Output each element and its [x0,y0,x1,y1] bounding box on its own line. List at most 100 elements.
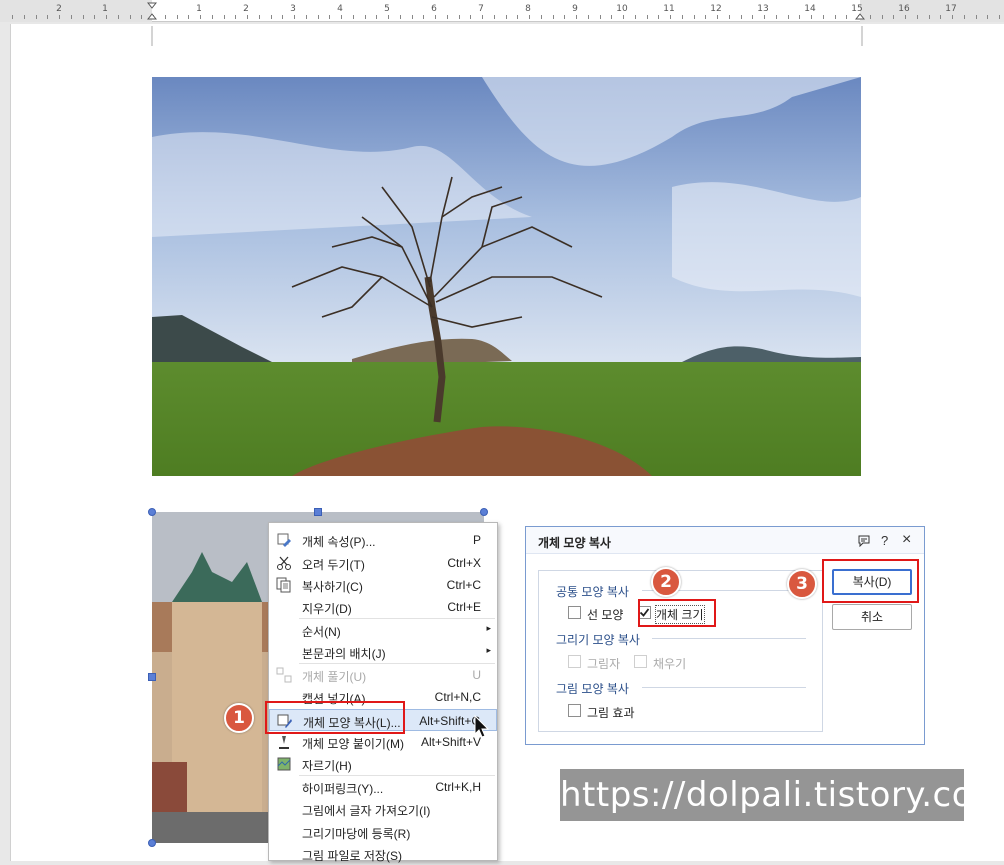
copy-icon [276,577,292,593]
menu-item[interactable]: 그림에서 글자 가져오기(I) [269,798,497,820]
ruler-number: 9 [572,4,578,14]
left-indent-marker[interactable] [147,2,157,20]
menu-item-label: 순서(N) [302,625,341,639]
ruler-tick [130,15,131,19]
menu-item[interactable]: 개체 속성(P)... P [269,529,497,551]
ruler-number: 5 [384,4,390,14]
dialog-titlebar[interactable]: 개체 모양 복사 ? × [526,527,924,554]
annotation-box-2 [638,599,716,627]
close-icon[interactable]: × [902,531,911,549]
step-badge-3: 3 [787,569,817,599]
menu-item[interactable]: 지우기(D) Ctrl+E [269,596,497,618]
picture-effect-checkbox[interactable] [568,704,581,717]
ruler-number: 8 [525,4,531,14]
menu-separator [299,775,495,776]
menu-item-label: 복사하기(C) [302,580,363,594]
menu-item[interactable]: 개체 모양 붙이기(M) Alt+Shift+V [269,731,497,753]
menu-item-label: 오려 두기(T) [302,558,365,572]
ruler-tick [47,15,48,19]
ruler-tick [882,15,883,19]
submenu-arrow-icon: ▸ [486,623,491,633]
ruler-tick [459,15,460,19]
step-badge-1: 1 [224,703,254,733]
ruler-number: 1 [102,4,108,14]
shadow-checkbox[interactable] [568,655,581,668]
ruler-tick [306,15,307,19]
horizontal-ruler[interactable]: 2 1 1 2 3 4 5 6 7 8 9 10 11 12 13 14 15 16 17 [0,0,1004,22]
ruler-tick [259,15,260,19]
menu-item-label: 본문과의 배치(J) [302,647,386,661]
ruler-tick [71,15,72,19]
ruler-tick [12,15,13,19]
crop-icon [276,756,292,772]
annotation-box-3 [822,559,919,603]
ruler-number: 6 [431,4,437,14]
ruler-tick [764,15,765,19]
resize-handle-top-right[interactable] [480,508,488,516]
ruler-tick [59,15,60,19]
menu-item[interactable]: 그림 파일로 저장(S) [269,843,497,865]
shadow-label: 그림자 [587,657,621,671]
ruler-tick [318,15,319,19]
resize-handle-top-left[interactable] [148,508,156,516]
menu-item[interactable]: 순서(N) ▸ [269,619,497,641]
ruler-tick [341,15,342,19]
resize-handle-top[interactable] [314,508,322,516]
ruler-tick [799,15,800,19]
menu-item-label: 개체 속성(P)... [302,535,376,549]
step-badge-2: 2 [651,567,681,597]
ruler-number: 10 [616,4,628,14]
help-icon[interactable]: ? [881,533,888,548]
menu-item[interactable]: 하이퍼링크(Y)... Ctrl+K,H [269,776,497,798]
ruler-tick [400,15,401,19]
menu-item-shortcut: Ctrl+X [447,556,481,570]
picture-effect-label: 그림 효과 [587,706,635,720]
menu-item[interactable]: 개체 풀기(U) U [269,664,497,686]
menu-item-label: 그림 파일로 저장(S) [302,849,402,863]
ruler-tick [893,15,894,19]
ruler-tick [964,15,965,19]
ruler-tick [235,15,236,19]
menu-item[interactable]: 복사하기(C) Ctrl+C [269,574,497,596]
ruler-number: 3 [290,4,296,14]
menu-item-label: 개체 풀기(U) [302,670,367,684]
fill-checkbox[interactable] [634,655,647,668]
ruler-tick [517,15,518,19]
menu-item[interactable]: 자르기(H) [269,753,497,775]
ruler-tick [165,15,166,19]
ruler-tick [788,15,789,19]
ruler-number: 4 [337,4,343,14]
line-shape-checkbox[interactable] [568,606,581,619]
page-corner-mark [151,26,153,46]
ruler-tick [200,15,201,19]
comment-icon[interactable] [858,535,870,547]
tree-landscape-image[interactable] [152,77,861,476]
menu-item-shortcut: Ctrl+E [447,600,481,614]
ruler-number: 7 [478,4,484,14]
ruler-tick [188,15,189,19]
ruler-tick [294,15,295,19]
ruler-tick [705,15,706,19]
ruler-tick [647,15,648,19]
menu-item[interactable]: 본문과의 배치(J) ▸ [269,641,497,663]
ruler-tick [529,15,530,19]
resize-handle-bottom-left[interactable] [148,839,156,847]
ruler-tick [987,15,988,19]
right-indent-marker[interactable] [855,2,865,20]
ruler-number: 2 [243,4,249,14]
ruler-tick [717,15,718,19]
menu-item[interactable]: 그리기마당에 등록(R) [269,821,497,843]
ruler-tick [388,15,389,19]
ruler-tick [940,15,941,19]
ruler-tick [435,15,436,19]
menu-item[interactable]: 오려 두기(T) Ctrl+X [269,552,497,574]
ruler-tick [247,15,248,19]
resize-handle-left[interactable] [148,673,156,681]
group-drawing-shape: 그리기 모양 복사 [556,633,640,647]
ruler-number: 2 [56,4,62,14]
menu-item-shortcut: Ctrl+C [446,578,481,592]
cancel-button[interactable]: 취소 [832,604,912,630]
ruler-tick [976,15,977,19]
ruler-number: 11 [663,4,675,14]
ruler-tick [823,15,824,19]
